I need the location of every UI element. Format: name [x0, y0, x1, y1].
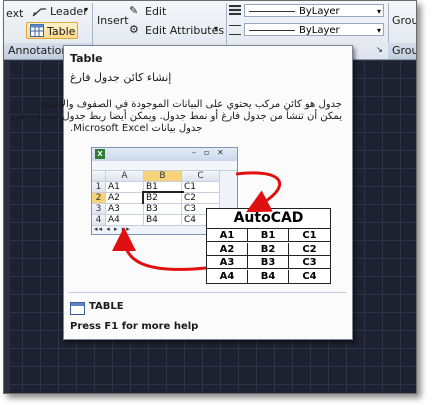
tooltip-table: Table إنشاء كائن جدول فارغ جدول هو كائن … — [12, 45, 353, 340]
command-name: TABLE — [89, 301, 124, 312]
table-label: Table — [47, 25, 76, 38]
group-button[interactable]: Group — [392, 14, 416, 27]
table-button[interactable]: Table — [26, 22, 78, 39]
chevron-down-icon: ▾ — [376, 7, 381, 16]
edit-label: Edit — [145, 5, 167, 18]
canvas-left-edge — [4, 60, 10, 393]
linetype-icon — [229, 25, 241, 35]
edit-icon: ✎ — [129, 4, 139, 17]
linetype-combo[interactable]: ByLayer ▾ — [244, 23, 384, 36]
edit-attributes-dropdown-icon[interactable]: ▾ — [214, 24, 218, 33]
arrow-autocad-to-excel — [112, 227, 207, 271]
arrow-excel-to-autocad — [235, 171, 281, 213]
edit-attributes-icon: ⚙ — [129, 23, 139, 36]
edit-button[interactable]: ✎ Edit — [129, 4, 179, 19]
color-swatch-icon — [229, 5, 241, 15]
leader-icon — [32, 8, 46, 17]
table-command-icon — [70, 302, 85, 315]
edit-attributes-label: Edit Attributes — [145, 24, 225, 37]
text-button-label[interactable]: ext — [6, 7, 23, 20]
divider — [68, 292, 346, 293]
chevron-down-icon: ▾ — [376, 26, 381, 35]
properties-dialog-launcher-icon[interactable]: ↘ — [376, 45, 383, 54]
line-sample — [249, 30, 295, 31]
insert-button[interactable]: Insert — [97, 14, 129, 27]
edit-attributes-button[interactable]: ⚙ Edit Attributes ▾ — [129, 23, 224, 38]
color-combo[interactable]: ByLayer ▾ — [244, 4, 384, 17]
link-arrows — [112, 171, 281, 271]
table-icon — [30, 24, 44, 37]
group-panel-title[interactable]: Group — [388, 43, 416, 59]
leader-button[interactable]: Leader ▾ — [31, 4, 91, 19]
group-panel-label: Group — [392, 44, 416, 57]
leader-dropdown-icon[interactable]: ▾ — [84, 5, 88, 14]
color-combo-value: ByLayer — [299, 6, 340, 17]
line-sample — [249, 11, 295, 12]
linetype-combo-value: ByLayer — [299, 25, 340, 36]
autocad-window: ext Leader ▾ Table Insert ✎ Edit ⚙ Edit … — [3, 0, 417, 394]
help-hint: Press F1 for more help — [70, 321, 199, 332]
leader-label: Leader — [50, 5, 88, 18]
annotation-panel-label: Annotation — [8, 44, 69, 57]
